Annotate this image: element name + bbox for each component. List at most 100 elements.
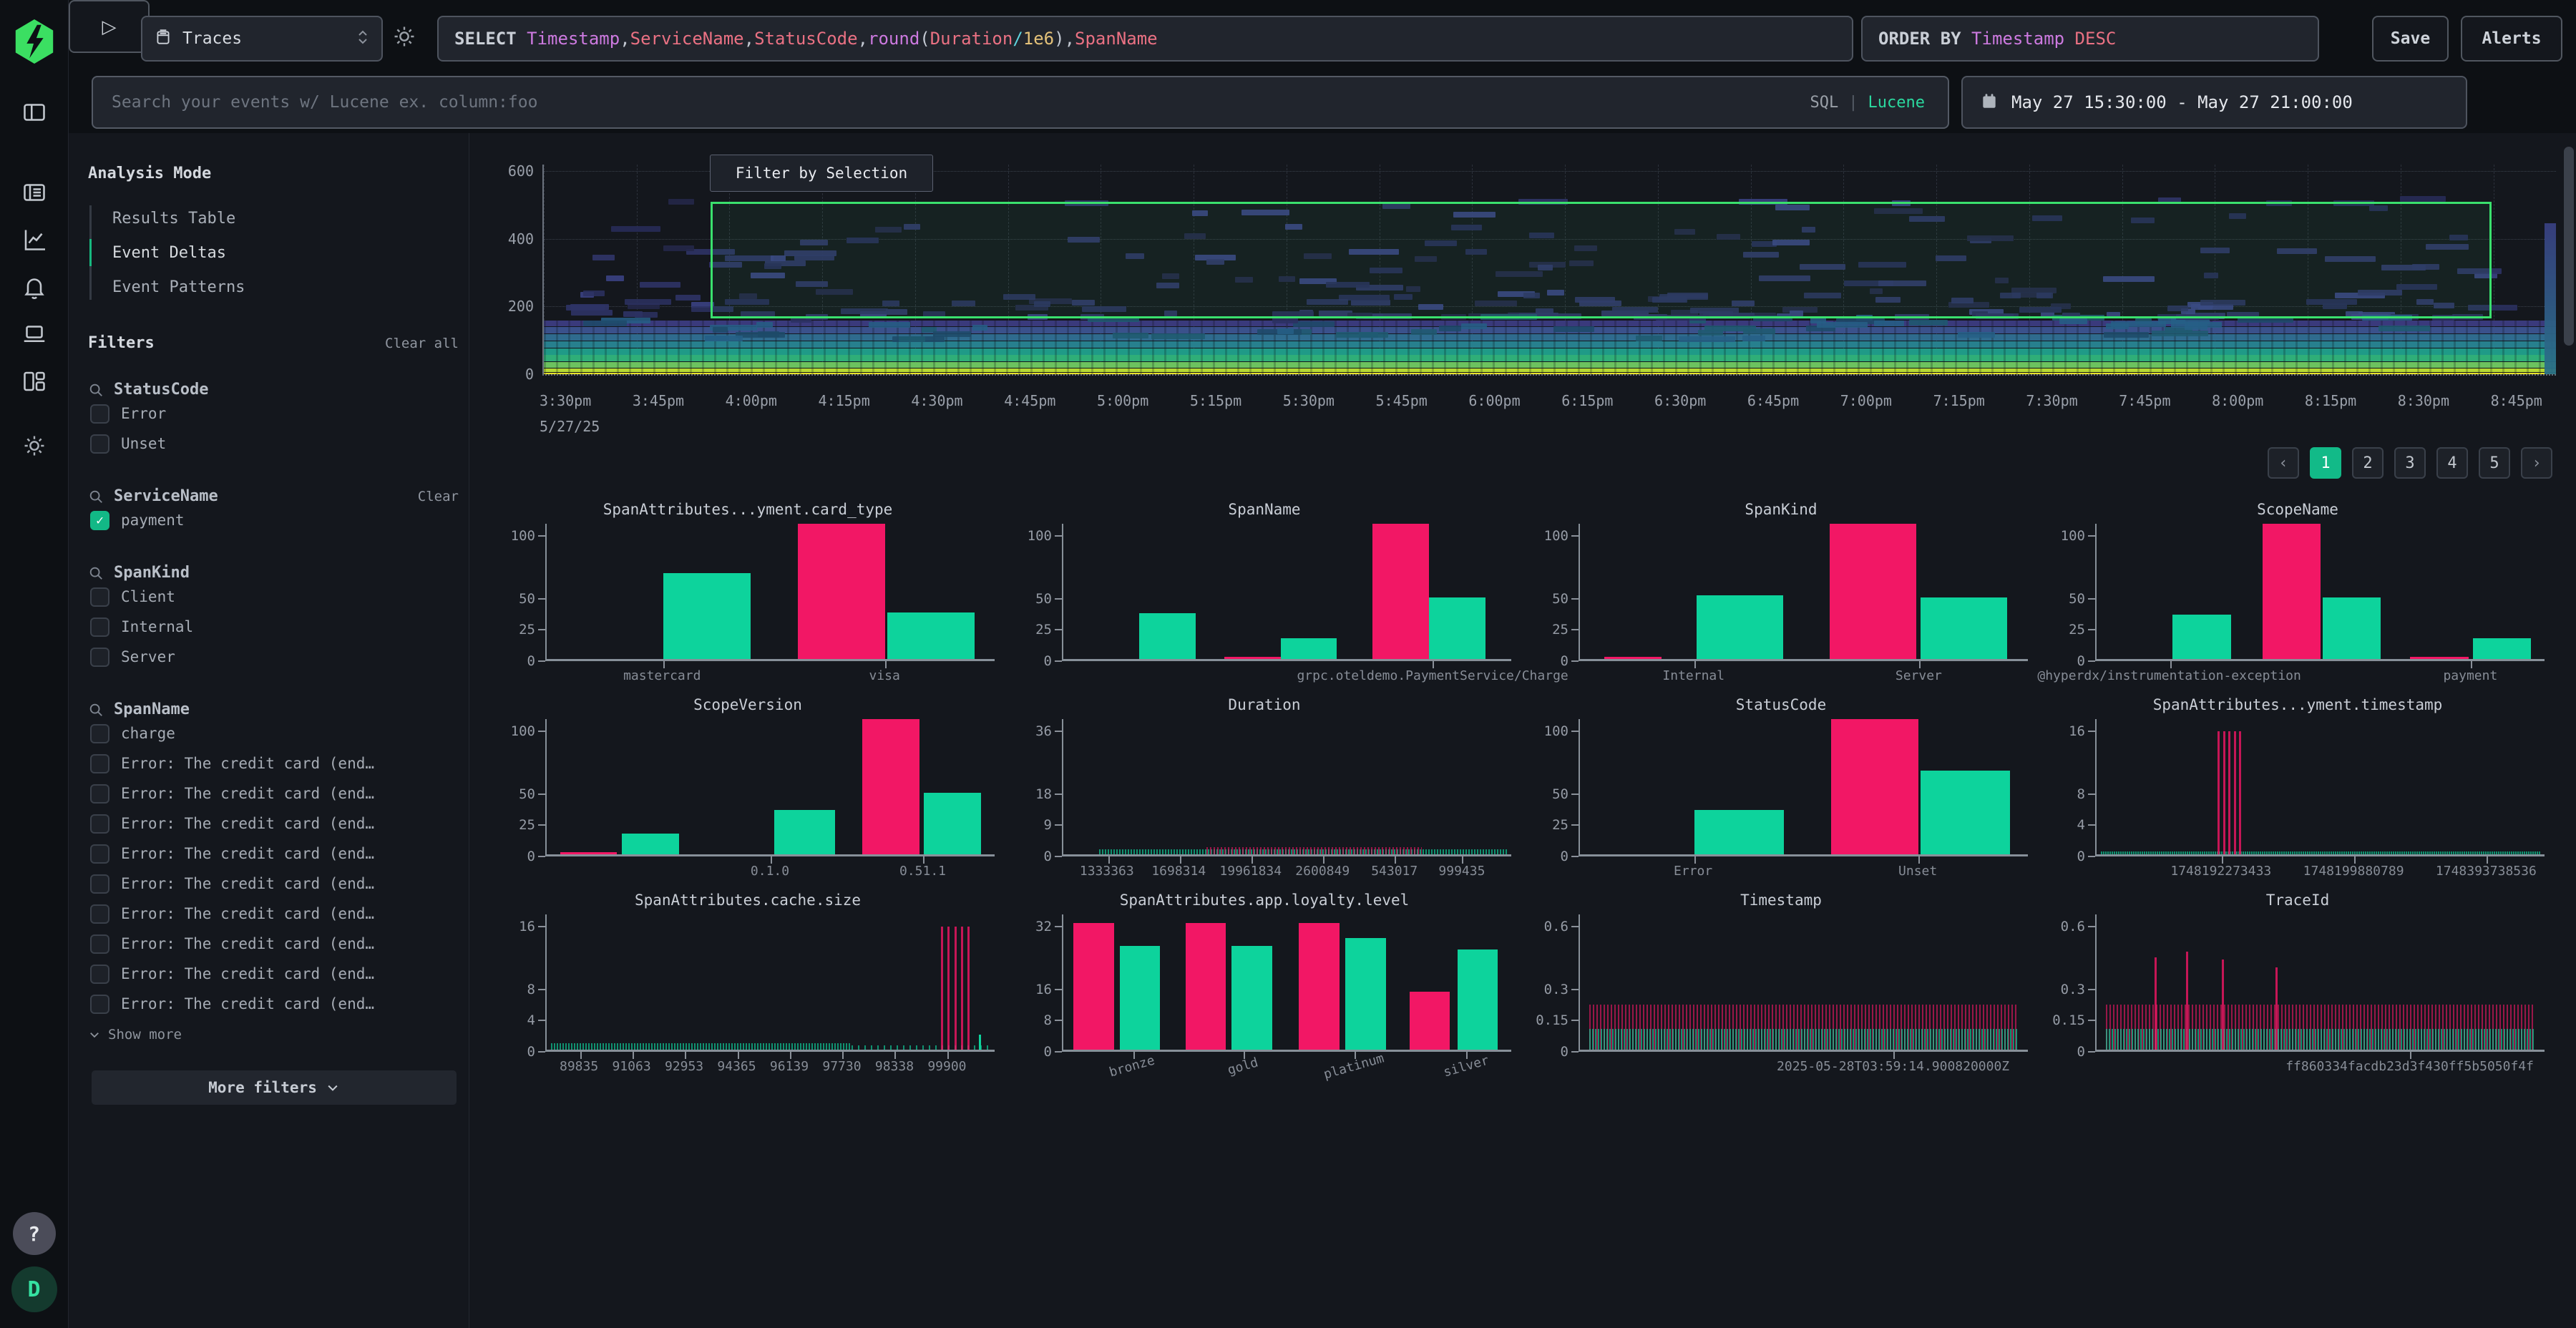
sql-mode-toggle[interactable]: SQL (1810, 94, 1839, 112)
filter-option[interactable]: Error: The credit card (end… (90, 809, 459, 839)
dense-bar-strip (2101, 851, 2540, 854)
checkbox[interactable] (90, 434, 109, 454)
chart-explorer-icon[interactable] (19, 224, 50, 255)
bar (1697, 595, 1783, 659)
hyperdx-logo[interactable] (11, 18, 57, 65)
y-axis-tick-mark (538, 794, 545, 795)
vertical-scrollbar[interactable] (2564, 147, 2574, 346)
checkbox[interactable] (90, 784, 109, 804)
page-button[interactable]: 3 (2394, 447, 2426, 479)
sessions-laptop-icon[interactable] (19, 318, 50, 350)
spike-bar (2155, 957, 2157, 1050)
y-axis-tick-mark (1055, 660, 1062, 662)
more-filters-button[interactable]: More filters (92, 1070, 457, 1105)
heatmap-cell (1817, 322, 1868, 328)
x-axis-tick-label: Internal (1662, 668, 1724, 683)
mini-chart: TraceId00.150.30.6ff860334facdb23d3f430f… (2051, 892, 2545, 1081)
filter-option[interactable]: Error: The credit card (end… (90, 989, 459, 1019)
clear-filter-link[interactable]: Clear (418, 489, 459, 504)
dashboards-icon[interactable] (19, 366, 50, 397)
heatmap-cell (1277, 328, 1294, 334)
database-icon (154, 27, 172, 50)
sidebar-toggle-icon[interactable] (19, 97, 50, 128)
bar (1186, 923, 1226, 1050)
sql-select-input[interactable]: SELECT Timestamp,ServiceName,StatusCode,… (437, 16, 1853, 62)
save-button[interactable]: Save (2372, 16, 2449, 62)
bar (1921, 771, 2010, 854)
checkbox[interactable] (90, 724, 109, 743)
sql-orderby-input[interactable]: ORDER BY Timestamp DESC (1861, 16, 2319, 62)
heatmap-cell (1411, 329, 1437, 335)
checkbox[interactable] (90, 904, 109, 924)
filter-option[interactable]: Error: The credit card (end… (90, 959, 459, 989)
y-axis-tick-label: 25 (1552, 817, 1568, 833)
settings-gear-icon[interactable] (19, 430, 50, 462)
y-axis-tick-mark (1571, 1020, 1579, 1021)
help-button[interactable]: ? (13, 1212, 56, 1255)
show-more-link[interactable]: Show more (88, 1020, 459, 1049)
analysis-mode-item[interactable]: Event Patterns (112, 270, 459, 304)
checkbox[interactable] (90, 617, 109, 637)
y-axis-tick-mark (1055, 731, 1062, 732)
page-button[interactable]: 2 (2352, 447, 2384, 479)
filter-option[interactable]: Unset (90, 429, 459, 459)
checkbox[interactable] (90, 404, 109, 424)
analysis-mode-item[interactable]: Event Deltas (112, 235, 459, 270)
filter-option[interactable]: Internal (90, 612, 459, 642)
alerts-button[interactable]: Alerts (2461, 16, 2562, 62)
checkbox[interactable] (90, 844, 109, 864)
selection-box[interactable] (711, 202, 2492, 318)
checkbox[interactable] (90, 648, 109, 667)
user-avatar[interactable]: D (11, 1266, 57, 1312)
page-next-button[interactable]: › (2521, 447, 2552, 479)
checkbox[interactable] (90, 934, 109, 954)
y-axis-tick-mark (2088, 629, 2095, 630)
checkbox[interactable] (90, 965, 109, 984)
filter-option[interactable]: Error (90, 399, 459, 429)
filter-by-selection-button[interactable]: Filter by Selection (710, 155, 933, 192)
filter-option[interactable]: Error: The credit card (end… (90, 748, 459, 778)
filters-title: Filters (88, 334, 155, 352)
source-select[interactable]: Traces (141, 16, 383, 62)
filter-option[interactable]: Error: The credit card (end… (90, 778, 459, 809)
filter-option[interactable]: Error: The credit card (end… (90, 869, 459, 899)
mini-chart-y-axis: 02550100 (1534, 524, 1579, 661)
filter-option[interactable]: Error: The credit card (end… (90, 899, 459, 929)
page-button[interactable]: 5 (2479, 447, 2510, 479)
run-query-button[interactable]: ▷ (69, 0, 150, 53)
search-input[interactable] (92, 76, 1949, 129)
filter-option[interactable]: ✓payment (90, 505, 459, 535)
x-axis-tick-label: 96139 (770, 1059, 809, 1074)
search-logs-icon[interactable] (19, 177, 50, 208)
analysis-mode-item[interactable]: Results Table (112, 201, 459, 235)
source-settings-gear-icon[interactable] (392, 24, 416, 51)
filter-option[interactable]: Error: The credit card (end… (90, 929, 459, 959)
filter-option-label: Error: The credit card (end… (121, 965, 374, 982)
checkbox[interactable] (90, 754, 109, 773)
mode-divider: | (1848, 94, 1858, 112)
checkbox[interactable]: ✓ (90, 511, 109, 530)
page-prev-button[interactable]: ‹ (2268, 447, 2299, 479)
x-axis-tick-label: 6:45pm (1747, 392, 1799, 409)
heatmap-cell (899, 336, 925, 342)
lucene-mode-toggle[interactable]: Lucene (1868, 94, 1925, 112)
filter-option[interactable]: Error: The credit card (end… (90, 839, 459, 869)
alerts-bell-icon[interactable] (19, 271, 50, 303)
checkbox[interactable] (90, 587, 109, 607)
mini-chart-x-axis: 174819227343317481998807891748393738536 (2095, 856, 2545, 884)
heatmap-cell (756, 322, 773, 328)
y-axis-tick-label: 8 (527, 982, 535, 997)
sql-token: ( (919, 29, 930, 49)
checkbox[interactable] (90, 995, 109, 1014)
filter-option[interactable]: Client (90, 582, 459, 612)
mini-chart-x-axis: @hyperdx/instrumentation-exceptionpaymen… (2095, 661, 2545, 688)
bar (2263, 524, 2321, 659)
page-button[interactable]: 4 (2436, 447, 2468, 479)
checkbox[interactable] (90, 814, 109, 834)
filter-option[interactable]: Server (90, 642, 459, 672)
filter-option[interactable]: charge (90, 718, 459, 748)
date-range-picker[interactable]: May 27 15:30:00 - May 27 21:00:00 (1961, 76, 2467, 129)
page-button[interactable]: 1 (2310, 447, 2341, 479)
checkbox[interactable] (90, 874, 109, 894)
clear-all-link[interactable]: Clear all (385, 336, 459, 351)
